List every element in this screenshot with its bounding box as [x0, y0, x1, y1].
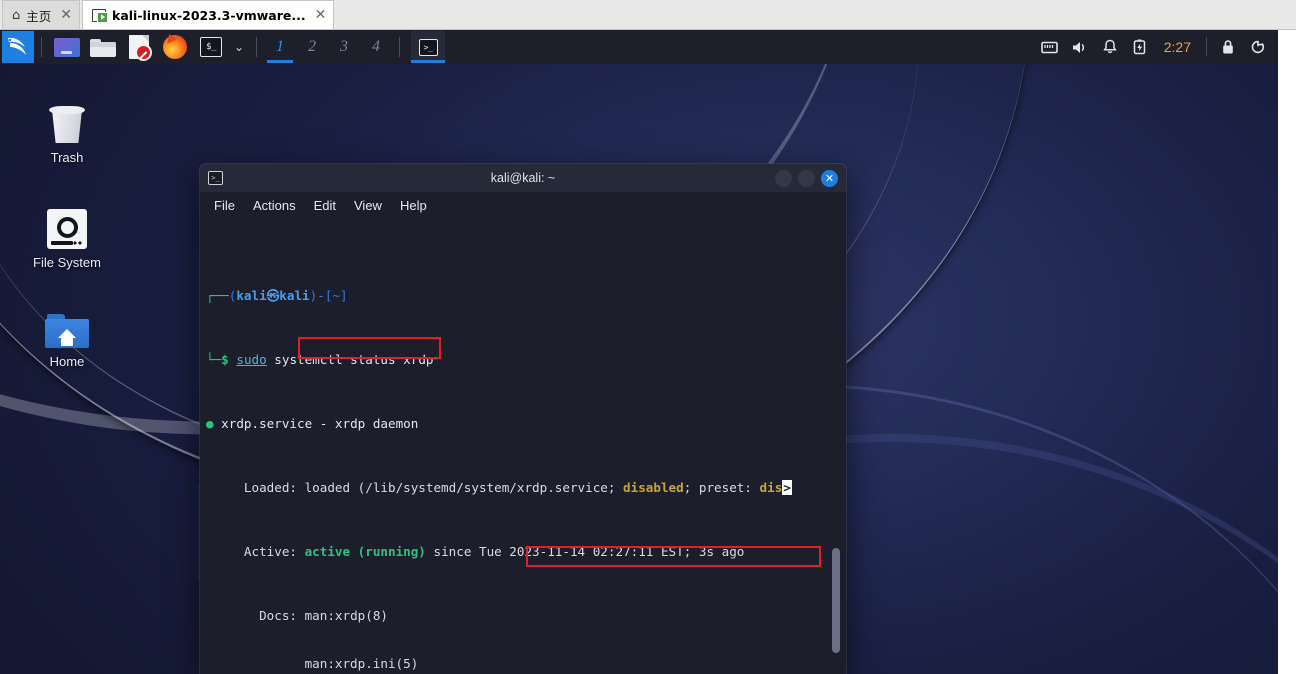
docs-line-2: man:xrdp.ini(5) [206, 656, 846, 672]
prompt-dollar: $ [221, 352, 229, 367]
workspace-2[interactable]: 2 [296, 31, 328, 63]
vm-guest-screen: KALI UX le to hear" Trash File System Ho… [0, 30, 1278, 674]
tray-separator [1206, 38, 1207, 56]
volume-icon[interactable] [1066, 32, 1094, 62]
loaded-preset-value: dis [759, 480, 783, 495]
desktop-icon-file-system-label: File System [33, 255, 101, 270]
menu-file[interactable]: File [214, 198, 235, 213]
document-icon [129, 35, 152, 61]
file-manager-launcher[interactable] [88, 34, 118, 60]
close-button[interactable]: ✕ [821, 169, 838, 187]
command-sudo: sudo [236, 352, 267, 367]
terminal-icon: >_ [418, 38, 438, 56]
firefox-icon [163, 35, 187, 59]
vmware-tab-bar: ⌂ 主页 ✕ kali-linux-2023.3-vmware... ✕ [0, 0, 1296, 30]
status-bullet-icon: ● [206, 416, 214, 431]
system-tray: 2:27 [1036, 32, 1278, 62]
drive-icon [47, 209, 87, 249]
menu-actions[interactable]: Actions [253, 198, 296, 213]
terminal-titlebar[interactable]: >_ kali@kali: ~ ✕ [200, 164, 846, 192]
loaded-disabled: disabled [623, 480, 684, 495]
bell-icon[interactable] [1096, 32, 1124, 62]
workspace-3[interactable]: 3 [328, 31, 360, 63]
vmware-tab-kali-label: kali-linux-2023.3-vmware... [112, 7, 306, 23]
workspace-1[interactable]: 1 [264, 31, 296, 63]
terminal-scrollbar[interactable] [832, 548, 840, 653]
panel-separator [256, 37, 257, 57]
desktop-icon-trash-label: Trash [50, 150, 84, 165]
prompt-dash: - [317, 288, 325, 303]
loaded-line: Loaded: loaded (/lib/systemd/system/xrdp… [206, 480, 846, 496]
prompt-branch-bottom: └─ [206, 352, 222, 367]
menu-view[interactable]: View [354, 198, 382, 213]
service-header-line: ● xrdp.service - xrdp daemon [206, 416, 846, 432]
workspace-4[interactable]: 4 [360, 31, 392, 63]
prompt-branch-top: ┌── [206, 288, 229, 303]
panel-separator [399, 37, 400, 57]
desktop-icon-trash[interactable]: Trash [12, 102, 122, 165]
active-label: Active: [206, 544, 305, 559]
desktop-icon-file-system[interactable]: File System [12, 209, 122, 270]
lock-icon[interactable] [1214, 32, 1242, 62]
clock[interactable]: 2:27 [1156, 39, 1199, 55]
docs-value-2: man:xrdp.ini(5) [206, 656, 419, 671]
loaded-label: Loaded: [206, 480, 305, 495]
terminal-icon: >_ [208, 171, 223, 185]
command-text: systemctl status xrdp [266, 352, 434, 367]
prompt-host: kali [279, 288, 310, 303]
docs-line-1: Docs: man:xrdp(8) [206, 608, 846, 624]
active-since-text: since Tue 2023-11-14 02:27:11 EST; 3s ag… [425, 544, 745, 559]
trash-icon [46, 102, 88, 144]
home-folder-icon [45, 314, 89, 348]
task-terminal[interactable]: >_ [411, 31, 445, 63]
panel-separator [41, 37, 42, 57]
terminal-icon: $_ [200, 37, 222, 57]
app-launcher-purple[interactable] [52, 34, 82, 60]
prompt-cwd: [~] [324, 288, 348, 303]
menu-edit[interactable]: Edit [314, 198, 336, 213]
close-icon[interactable]: ✕ [312, 8, 327, 22]
terminal-emulator-launcher[interactable]: $_ [196, 34, 226, 60]
kali-dragon-logo[interactable] [2, 31, 34, 63]
vmware-tab-kali[interactable]: kali-linux-2023.3-vmware... ✕ [82, 0, 335, 29]
minimize-button[interactable] [775, 169, 792, 187]
desktop-icon-home[interactable]: Home [12, 314, 122, 369]
home-icon: ⌂ [12, 7, 21, 23]
terminal-menubar: File Actions Edit View Help [200, 192, 846, 218]
desktop-icon-home-label: Home [49, 354, 85, 369]
service-header-text: xrdp.service - xrdp daemon [213, 416, 419, 431]
prompt-user: kali [236, 288, 267, 303]
terminal-window[interactable]: >_ kali@kali: ~ ✕ File Actions Edit View… [200, 164, 846, 674]
text-editor-launcher[interactable] [124, 34, 154, 61]
vm-icon [92, 8, 109, 23]
prompt-at-symbol: ㉿ [266, 288, 280, 303]
firefox-launcher[interactable] [160, 34, 190, 60]
close-icon[interactable]: ✕ [57, 8, 72, 22]
terminal-title: kali@kali: ~ [490, 171, 556, 185]
vmware-tab-home-label: 主页 [26, 8, 52, 24]
folder-icon [90, 37, 116, 57]
battery-icon[interactable] [1126, 32, 1154, 62]
docs-label: Docs: [206, 608, 305, 623]
vmware-tab-home[interactable]: ⌂ 主页 ✕ [2, 0, 81, 29]
maximize-button[interactable] [798, 169, 815, 187]
active-status-value: active (running) [304, 544, 426, 559]
menu-help[interactable]: Help [400, 198, 427, 213]
loaded-preset-label: ; preset: [683, 480, 760, 495]
active-line: Active: active (running) since Tue 2023-… [206, 544, 846, 560]
loaded-value: loaded (/lib/systemd/system/xrdp.service… [304, 480, 624, 495]
terminal-prompt-line-2: └─$ sudo systemctl status xrdp [206, 352, 846, 368]
docs-value-1: man:xrdp(8) [304, 608, 388, 623]
line-continuation-icon: > [782, 480, 792, 495]
terminal-prompt-line-1: ┌──(kali㉿kali)-[~] [206, 288, 846, 304]
network-icon[interactable] [1036, 32, 1064, 62]
logout-icon[interactable] [1244, 32, 1272, 62]
terminal-output-area[interactable]: ┌──(kali㉿kali)-[~] └─$ sudo systemctl st… [200, 218, 846, 674]
app-icon [54, 37, 80, 57]
kali-taskbar: $_ ⌄ 1 2 3 4 >_ 2:27 [0, 30, 1278, 64]
window-controls: ✕ [775, 169, 838, 187]
chevron-down-icon[interactable]: ⌄ [229, 40, 249, 54]
